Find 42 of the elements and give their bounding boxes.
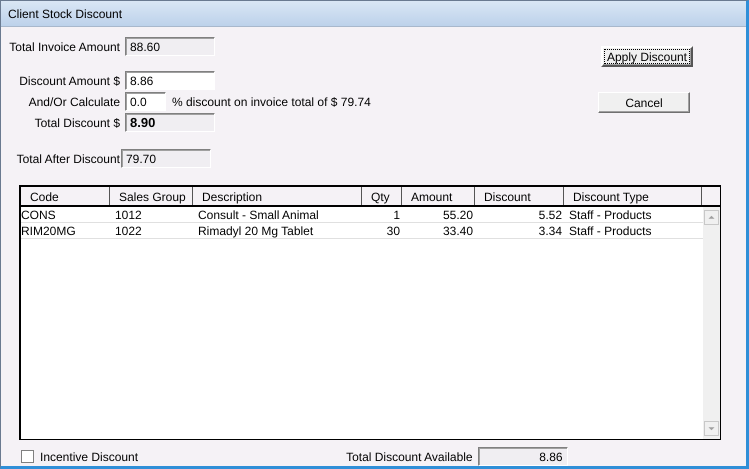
window-title: Client Stock Discount <box>1 1 746 27</box>
column-header[interactable]: Qty <box>362 187 402 205</box>
input-field[interactable]: 8.86 <box>125 71 215 90</box>
table-cell-text: Rimadyl 20 Mg Tablet <box>197 223 314 238</box>
apply-discount-button[interactable]: Apply Discount <box>601 46 693 67</box>
scroll-up-icon[interactable] <box>704 210 719 225</box>
column-header[interactable]: Description <box>193 187 362 205</box>
readonly-field: 88.60 <box>125 37 215 56</box>
checkbox[interactable] <box>21 450 34 463</box>
table-cell-text: 1022 <box>114 223 143 238</box>
checkbox-label: Incentive Discount <box>40 450 138 464</box>
input-field[interactable]: 0.0 <box>125 92 166 111</box>
table-cell-text: Consult - Small Animal <box>197 207 320 222</box>
column-header[interactable]: Code <box>21 187 110 205</box>
table-cell-text: CONS <box>21 207 57 222</box>
field-label: Discount Amount $ <box>18 74 121 88</box>
readonly-field: 79.70 <box>121 149 211 168</box>
column-header[interactable]: Discount Type <box>564 187 702 205</box>
table-cell-text: Staff - Products <box>568 223 652 238</box>
field-suffix: % discount on invoice total of $ 79.74 <box>172 94 371 108</box>
table-cell-text: 1 <box>392 207 401 222</box>
scroll-down-icon[interactable] <box>704 421 719 436</box>
table-cell-text: 30 <box>386 223 401 238</box>
table-cell-text: Staff - Products <box>568 207 652 222</box>
column-header[interactable]: Amount <box>402 187 475 205</box>
field-label: And/Or Calculate <box>28 94 121 108</box>
table-cell-text: 1012 <box>114 207 143 222</box>
cancel-button[interactable]: Cancel <box>598 92 690 113</box>
field-label: Total Invoice Amount <box>8 40 121 54</box>
column-header[interactable]: Discount <box>475 187 564 205</box>
column-header[interactable]: Sales Group <box>110 187 193 205</box>
scrollbar[interactable] <box>703 207 720 439</box>
readonly-field: 8.86 <box>478 447 568 466</box>
table-cell-text: 33.40 <box>442 223 474 238</box>
table-cell-text: RIM20MG <box>21 223 77 238</box>
table-cell-text: 5.52 <box>538 207 563 222</box>
field-label: Total Discount Available <box>346 450 473 464</box>
table-cell-text: 55.20 <box>442 207 474 222</box>
field-label: Total Discount $ <box>34 116 121 130</box>
readonly-field: 8.90 <box>125 113 215 132</box>
table-cell-text: 3.34 <box>538 223 563 238</box>
field-label: Total After Discount <box>16 152 121 166</box>
